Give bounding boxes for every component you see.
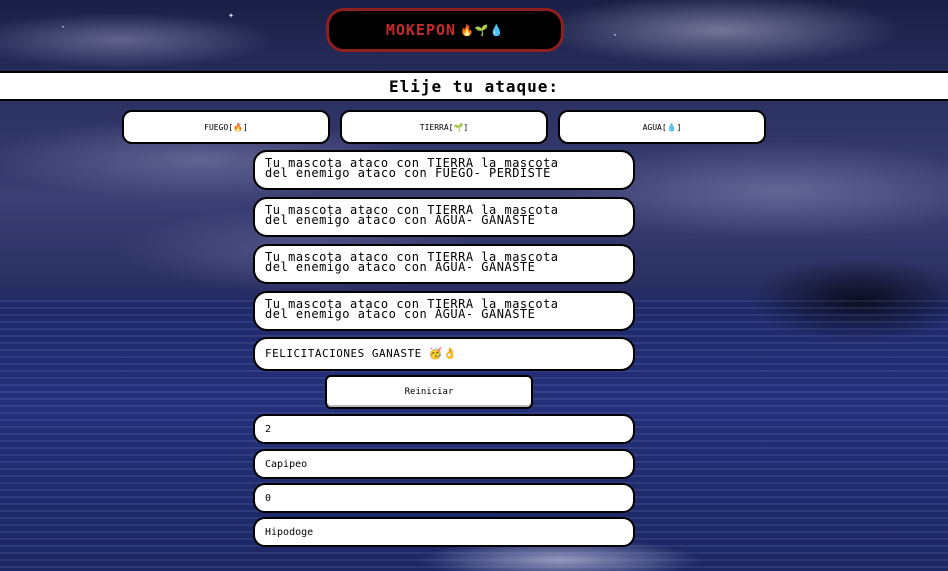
water-attack-button[interactable]: AGUA[💧] bbox=[558, 110, 766, 144]
star-icon: · bbox=[60, 22, 67, 33]
final-result-message: FELICITACIONES GANASTE 🥳👌 bbox=[253, 337, 635, 371]
message-line: del enemigo ataco con AGUA- GANASTE bbox=[265, 307, 536, 321]
message-line: del enemigo ataco con AGUA- GANASTE bbox=[265, 213, 536, 227]
game-title-banner: MOKEPON 🔥🌱💧 bbox=[326, 8, 564, 52]
combat-message: Tu mascota ataco con TIERRA la mascota d… bbox=[253, 197, 635, 237]
star-icon: · bbox=[612, 30, 619, 41]
game-title: MOKEPON bbox=[385, 21, 457, 39]
heading-text: Elije tu ataque: bbox=[388, 76, 560, 96]
star-icon: ✦ bbox=[228, 10, 235, 21]
fire-attack-button[interactable]: FUEGO[🔥] bbox=[122, 110, 330, 144]
attack-section-heading: Elije tu ataque: bbox=[0, 71, 948, 101]
message-line: del enemigo ataco con FUEGO- PERDISTE bbox=[265, 166, 551, 180]
combat-message: Tu mascota ataco con TIERRA la mascota d… bbox=[253, 244, 635, 284]
enemy-pet-name: Hipodoge bbox=[253, 517, 635, 547]
earth-attack-button[interactable]: TIERRA[🌱] bbox=[340, 110, 548, 144]
enemy-lives: 0 bbox=[253, 483, 635, 513]
combat-message: Tu mascota ataco con TIERRA la mascota d… bbox=[253, 291, 635, 331]
restart-button[interactable]: Reiniciar bbox=[325, 375, 533, 409]
message-line: del enemigo ataco con AGUA- GANASTE bbox=[265, 260, 536, 274]
player-lives: 2 bbox=[253, 414, 635, 444]
combat-message: Tu mascota ataco con TIERRA la mascota d… bbox=[253, 150, 635, 190]
player-pet-name: Capipeo bbox=[253, 449, 635, 479]
element-emojis: 🔥🌱💧 bbox=[460, 23, 505, 37]
